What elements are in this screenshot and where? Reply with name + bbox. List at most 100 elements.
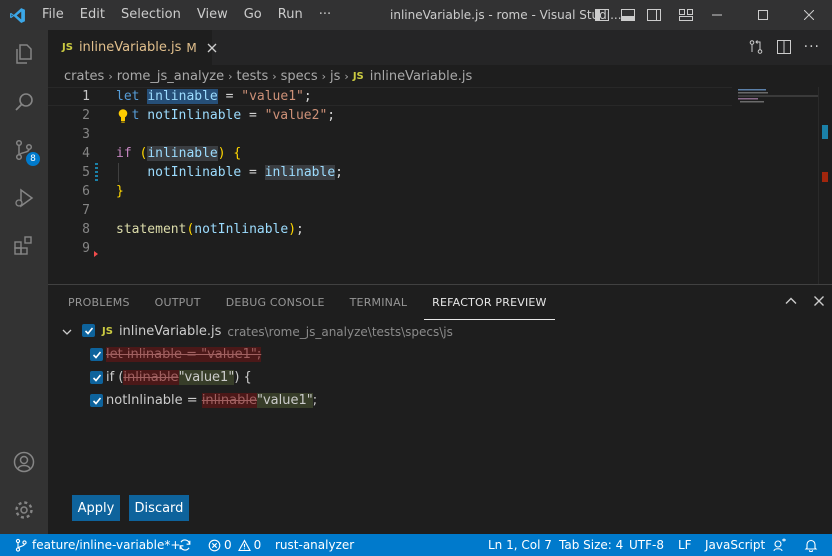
change-checkbox[interactable]	[90, 371, 103, 384]
tab-problems[interactable]: PROBLEMS	[60, 285, 138, 320]
minimize-button[interactable]	[694, 0, 740, 30]
breadcrumb-tests[interactable]: tests	[237, 69, 269, 84]
code-text: notInlinable = inlinable;	[116, 165, 343, 180]
chevron-right-icon: ›	[321, 69, 327, 83]
notifications-button[interactable]	[804, 534, 818, 556]
settings-gear-icon[interactable]	[0, 486, 48, 534]
change-text: notInlinable = inlinable"value1";	[106, 390, 317, 412]
modified-indicator: M	[186, 40, 197, 55]
menu-run[interactable]: Run	[270, 0, 311, 30]
run-debug-icon[interactable]	[0, 174, 48, 222]
tab-terminal[interactable]: TERMINAL	[342, 285, 416, 320]
source-control-icon[interactable]: 8	[0, 126, 48, 174]
panel-actions	[784, 294, 826, 308]
problems-status[interactable]: 0 0	[208, 534, 261, 556]
split-editor-icon[interactable]	[776, 39, 792, 55]
inserted-text: "value1"	[178, 370, 235, 385]
maximize-button[interactable]	[740, 0, 786, 30]
breadcrumb-rome-js-analyze[interactable]: rome_js_analyze	[117, 69, 224, 84]
discard-button[interactable]: Discard	[129, 495, 189, 521]
code-text: statement(notInlinable);	[116, 222, 304, 237]
file-row[interactable]: JS inlineVariable.js crates\rome_js_anal…	[48, 321, 832, 343]
function-token: statement	[116, 222, 187, 237]
bell-icon	[804, 539, 818, 552]
minimap[interactable]	[738, 87, 818, 284]
indent-guide	[118, 163, 119, 182]
menu-more[interactable]: ···	[311, 0, 339, 30]
chevron-right-icon: ›	[344, 69, 349, 83]
close-tab-icon[interactable]	[207, 43, 217, 53]
file-checkbox[interactable]	[82, 324, 95, 337]
encoding[interactable]: UTF-8	[629, 534, 664, 556]
tab-label: inlineVariable.js	[78, 40, 182, 55]
breadcrumb-file[interactable]: inlineVariable.js	[370, 69, 472, 84]
deleted-line-marker[interactable]	[94, 251, 98, 257]
change-checkbox[interactable]	[90, 394, 103, 407]
tab-debug-console[interactable]: DEBUG CONSOLE	[218, 285, 333, 320]
live-share-feedback[interactable]	[773, 534, 787, 556]
extensions-icon[interactable]	[0, 222, 48, 270]
toggle-secondary-sidebar-icon[interactable]	[646, 7, 662, 23]
language-mode[interactable]: JavaScript	[705, 534, 765, 556]
close-panel-icon[interactable]	[812, 294, 826, 308]
open-changes-icon[interactable]	[748, 39, 764, 55]
breadcrumb-specs[interactable]: specs	[281, 69, 318, 84]
explorer-icon[interactable]	[0, 30, 48, 78]
change-checkbox[interactable]	[90, 348, 103, 361]
tab-size[interactable]: Tab Size: 4	[559, 534, 623, 556]
file-path: crates\rome_js_analyze\tests\specs\js	[227, 325, 453, 339]
punctuation-token: ;	[335, 165, 343, 180]
menu-bar: File Edit Selection View Go Run ···	[34, 0, 339, 30]
chevron-down-icon[interactable]	[61, 326, 73, 338]
tab-output[interactable]: OUTPUT	[147, 285, 209, 320]
menu-file[interactable]: File	[34, 0, 72, 30]
code-line: 1 let inlinable = "value1";	[48, 87, 732, 106]
change-row[interactable]: notInlinable = inlinable"value1";	[48, 390, 832, 412]
scm-count-badge: 8	[26, 152, 40, 166]
modified-line-marker[interactable]	[95, 163, 98, 182]
code-text: }	[116, 184, 124, 199]
chevron-right-icon: ›	[272, 69, 277, 83]
menu-go[interactable]: Go	[236, 0, 270, 30]
cursor-position[interactable]: Ln 1, Col 7	[488, 534, 552, 556]
vscode-logo-icon	[0, 0, 34, 30]
punctuation-token: ;	[327, 108, 336, 123]
keyword-token: let	[116, 89, 140, 104]
string-token: "value2"	[264, 108, 328, 123]
line-number: 1	[82, 89, 90, 104]
sync-button[interactable]	[178, 534, 192, 556]
lightbulb-icon[interactable]	[116, 106, 130, 125]
end-of-line[interactable]: LF	[678, 534, 692, 556]
accounts-icon[interactable]	[0, 438, 48, 486]
maximize-panel-icon[interactable]	[784, 294, 798, 308]
feedback-icon	[773, 538, 786, 552]
tab-inlinevariable-js[interactable]: JS inlineVariable.js M	[48, 30, 217, 65]
branch-status[interactable]: feature/inline-variable*+	[14, 534, 180, 556]
operator-token: =	[241, 108, 265, 123]
customize-layout-icon[interactable]	[678, 7, 694, 23]
string-token: "value1"	[241, 89, 304, 104]
file-label: JS inlineVariable.js crates\rome_js_anal…	[102, 321, 453, 343]
menu-selection[interactable]: Selection	[113, 0, 189, 30]
breadcrumb-js[interactable]: js	[330, 69, 340, 84]
menu-view[interactable]: View	[189, 0, 236, 30]
tab-refactor-preview[interactable]: REFACTOR PREVIEW	[424, 285, 555, 320]
vertical-scrollbar[interactable]	[818, 87, 832, 284]
warning-icon	[237, 538, 251, 551]
apply-button[interactable]: Apply	[72, 495, 120, 521]
operator-token: =	[241, 165, 265, 180]
change-row[interactable]: if (inlinable"value1") {	[48, 367, 832, 389]
change-row[interactable]: let inlinable = "value1";	[48, 344, 832, 366]
code-line: 9	[48, 239, 732, 258]
search-icon[interactable]	[0, 78, 48, 126]
close-window-button[interactable]	[786, 0, 832, 30]
toggle-sidebar-icon[interactable]	[594, 7, 610, 23]
menu-edit[interactable]: Edit	[72, 0, 113, 30]
toggle-panel-icon[interactable]	[620, 7, 636, 23]
javascript-file-icon: JS	[352, 70, 364, 82]
more-actions-icon[interactable]: ···	[804, 39, 820, 55]
rust-analyzer-status[interactable]: rust-analyzer	[275, 534, 354, 556]
operator-token: =	[217, 89, 242, 104]
code-editor[interactable]: 1 let inlinable = "value1"; 2 t notInlin…	[48, 87, 832, 284]
breadcrumb-crates[interactable]: crates	[64, 69, 104, 84]
